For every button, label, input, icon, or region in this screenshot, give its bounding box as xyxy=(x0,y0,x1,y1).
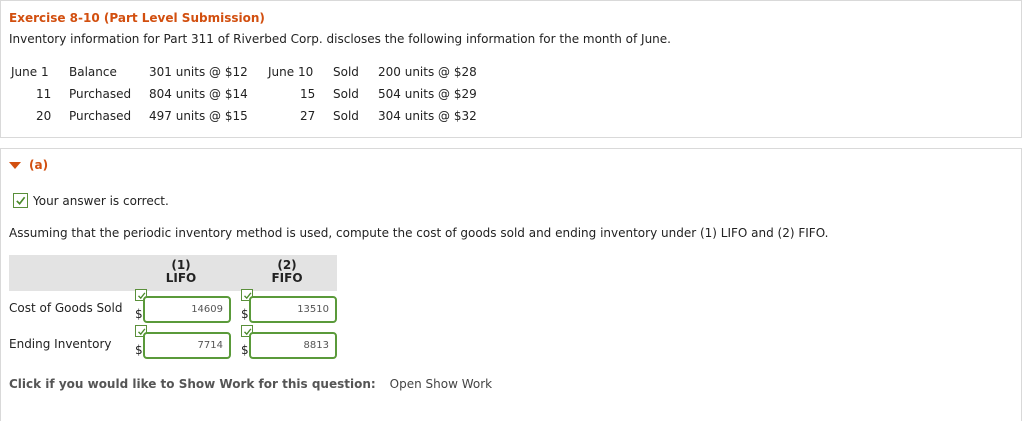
collapse-triangle-icon xyxy=(9,161,21,169)
status-text: Your answer is correct. xyxy=(33,193,169,208)
show-work-row: Click if you would like to Show Work for… xyxy=(9,377,492,391)
currency-symbol: $ xyxy=(135,343,143,357)
part-a-panel: (a) Your answer is correct. Assuming tha… xyxy=(0,148,1022,421)
checkmark-icon xyxy=(13,193,28,208)
part-a-toggle[interactable]: (a) xyxy=(9,158,48,172)
cogs-fifo-input[interactable] xyxy=(249,296,337,323)
column-name: FIFO xyxy=(271,271,303,285)
inventory-date: 20 xyxy=(36,109,52,123)
cogs-lifo-input[interactable] xyxy=(143,296,231,323)
inventory-date: 27 xyxy=(300,109,316,123)
exercise-panel: Exercise 8-10 (Part Level Submission) In… xyxy=(0,0,1022,138)
row-label-cogs: Cost of Goods Sold xyxy=(9,301,123,315)
inventory-type: Sold xyxy=(333,65,359,79)
row-label-ending-inventory: Ending Inventory xyxy=(9,337,112,351)
inventory-detail: 804 units @ $14 xyxy=(149,87,248,101)
currency-symbol: $ xyxy=(241,307,249,321)
question-text: Assuming that the periodic inventory met… xyxy=(9,226,829,240)
correct-status: Your answer is correct. xyxy=(13,193,169,208)
inventory-detail: 304 units @ $32 xyxy=(378,109,477,123)
part-label: (a) xyxy=(29,158,49,172)
currency-symbol: $ xyxy=(135,307,143,321)
inventory-detail: 504 units @ $29 xyxy=(378,87,477,101)
inventory-detail: 497 units @ $15 xyxy=(149,109,248,123)
inventory-type: Balance xyxy=(69,65,117,79)
inventory-date: June 1 xyxy=(11,65,49,79)
inventory-date: June 10 xyxy=(268,65,314,79)
inventory-type: Purchased xyxy=(69,87,132,101)
ending-inventory-fifo-input[interactable] xyxy=(249,332,337,359)
inventory-detail: 301 units @ $12 xyxy=(149,65,248,79)
exercise-description: Inventory information for Part 311 of Ri… xyxy=(9,32,671,46)
currency-symbol: $ xyxy=(241,343,249,357)
inventory-type: Sold xyxy=(333,87,359,101)
inventory-type: Sold xyxy=(333,109,359,123)
open-show-work-link[interactable]: Open Show Work xyxy=(390,377,492,391)
inventory-date: 11 xyxy=(36,87,52,101)
inventory-date: 15 xyxy=(300,87,316,101)
column-header-lifo: (1) LIFO xyxy=(141,259,221,285)
column-name: LIFO xyxy=(165,271,197,285)
column-header-fifo: (2) FIFO xyxy=(247,259,327,285)
show-work-label: Click if you would like to Show Work for… xyxy=(9,377,376,391)
ending-inventory-lifo-input[interactable] xyxy=(143,332,231,359)
exercise-title: Exercise 8-10 (Part Level Submission) xyxy=(9,11,265,25)
inventory-type: Purchased xyxy=(69,109,132,123)
inventory-detail: 200 units @ $28 xyxy=(378,65,477,79)
